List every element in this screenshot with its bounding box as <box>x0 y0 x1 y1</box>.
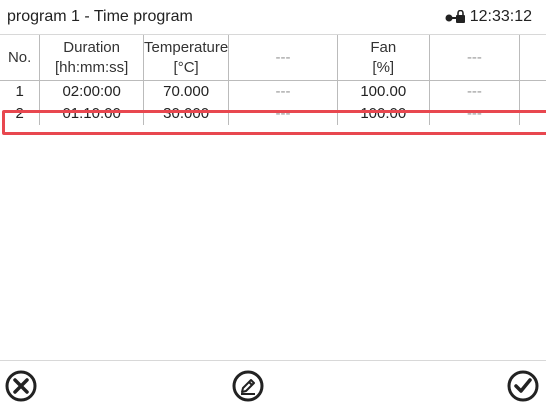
header-bar: program 1 - Time program 12:33:12 <box>0 0 546 35</box>
column-header-temperature: Temperature [°C] <box>143 35 230 81</box>
edit-icon[interactable] <box>230 368 266 404</box>
confirm-icon[interactable] <box>505 368 541 404</box>
cell-empty[interactable]: --- <box>228 103 338 125</box>
column-header-fan: Fan [%] <box>337 35 430 81</box>
table-row-selected[interactable]: 2 01:10:00 30.000 --- 100.00 --- <box>0 103 546 125</box>
lock-icon <box>445 10 465 23</box>
footer-bar <box>0 360 546 411</box>
cell-empty[interactable]: --- <box>429 80 521 103</box>
column-header-duration: Duration [hh:mm:ss] <box>39 35 145 81</box>
cell-empty[interactable]: --- <box>429 103 521 125</box>
close-icon[interactable] <box>3 368 39 404</box>
cell-no[interactable]: 2 <box>0 103 41 125</box>
cell-empty[interactable] <box>520 81 546 104</box>
cell-fan[interactable]: 100.00 <box>337 103 430 125</box>
program-title: program 1 - Time program <box>7 8 193 25</box>
column-header-no: No. <box>0 35 41 81</box>
column-header-empty-2: --- <box>429 35 521 81</box>
column-header-empty-1: --- <box>228 35 338 81</box>
table-row[interactable]: 1 02:00:00 70.000 --- 100.00 --- <box>0 80 546 104</box>
table-header-row: No. Duration [hh:mm:ss] Temperature [°C] -… <box>0 35 546 81</box>
cell-fan[interactable]: 100.00 <box>337 80 430 103</box>
column-header-empty-3 <box>520 35 546 81</box>
clock-time: 12:33:12 <box>469 8 532 25</box>
cell-temperature[interactable]: 30.000 <box>143 103 230 125</box>
cell-duration[interactable]: 01:10:00 <box>39 103 145 125</box>
cell-empty[interactable] <box>520 103 546 125</box>
program-editor-screen: program 1 - Time program 12:33:12 No. Du… <box>0 0 546 410</box>
cell-no[interactable]: 1 <box>0 80 41 103</box>
cell-empty[interactable]: --- <box>228 80 338 103</box>
cell-temperature[interactable]: 70.000 <box>143 80 230 103</box>
program-table: No. Duration [hh:mm:ss] Temperature [°C] -… <box>0 35 546 125</box>
clock: 12:33:12 <box>444 8 532 26</box>
cell-duration[interactable]: 02:00:00 <box>39 80 145 103</box>
